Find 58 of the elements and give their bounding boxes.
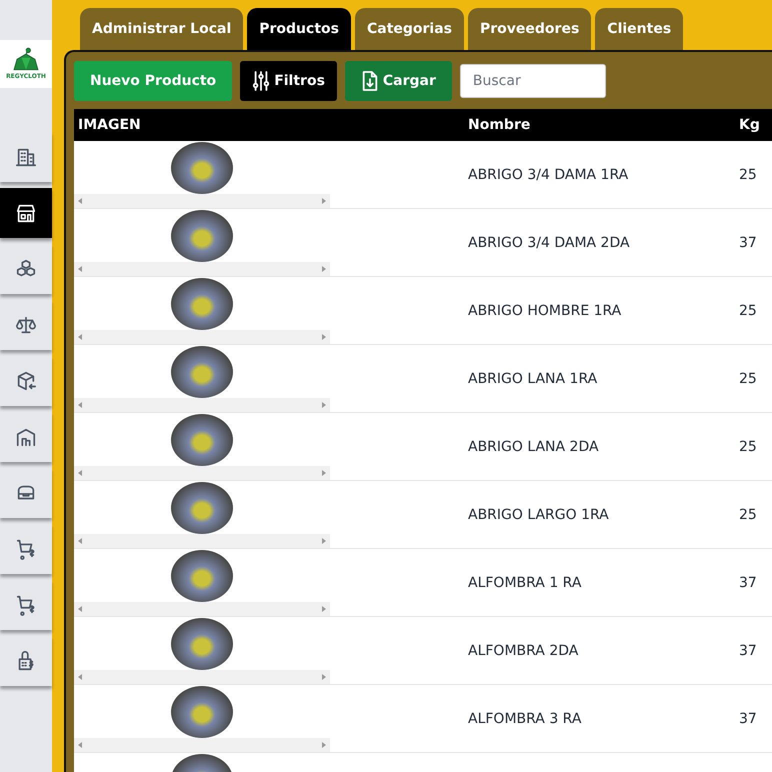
table-cell-text: 25	[738, 302, 757, 318]
new-product-button[interactable]: Nuevo Producto	[74, 61, 232, 101]
sidebar-item[interactable]	[0, 132, 52, 182]
table-cell-text: ALFOMBRA 2DA	[467, 642, 580, 658]
sidebar-item[interactable]	[0, 300, 52, 350]
sidebar-item[interactable]	[0, 468, 52, 518]
table-cell-text: 37	[738, 234, 757, 250]
cart-dollar-icon	[15, 594, 37, 616]
tab[interactable]: Clientes	[595, 8, 684, 50]
horizontal-scrollbar[interactable]	[74, 194, 330, 208]
sidebar-item[interactable]	[0, 580, 52, 630]
column-header: Nombre	[467, 117, 532, 133]
scale-icon	[15, 314, 37, 336]
table-cell-text: 25	[738, 370, 757, 386]
sidebar-item[interactable]	[0, 524, 52, 574]
table-cell-text: 37	[738, 642, 757, 658]
table-cell-text: 25	[738, 506, 757, 522]
table-cell-text: ALFOMBRA 1 RA	[467, 574, 582, 590]
box-arrow-icon	[15, 370, 37, 392]
tab[interactable]: Categorias	[354, 8, 464, 50]
horizontal-scrollbar[interactable]	[74, 262, 330, 276]
filter-button[interactable]: Filtros	[240, 61, 337, 101]
column-header: Kg	[738, 117, 760, 133]
table-cell-text: 25	[738, 166, 757, 182]
search-field[interactable]: Buscar	[460, 64, 606, 98]
table-cell-text: ALFOMBRA 3 RA	[467, 710, 582, 726]
sidebar-item[interactable]	[0, 244, 52, 294]
sidebar-item[interactable]	[0, 636, 52, 686]
table-cell-text: ABRIGO LARGO 1RA	[467, 506, 610, 522]
table-cell-text: 37	[738, 574, 757, 590]
column-header: IMAGEN	[77, 117, 142, 133]
sidebar-item[interactable]	[0, 412, 52, 462]
sidebar-item[interactable]	[0, 356, 52, 406]
horizontal-scrollbar[interactable]	[74, 330, 330, 344]
tab[interactable]: Administrar Local	[80, 8, 244, 50]
table-cell-text: 25	[738, 438, 757, 454]
horizontal-scrollbar[interactable]	[74, 534, 330, 548]
sliders-icon	[252, 70, 270, 92]
horizontal-scrollbar[interactable]	[74, 602, 330, 616]
tab[interactable]: Proveedores	[468, 8, 592, 50]
table-cell-text: ABRIGO LANA 2DA	[467, 438, 600, 454]
horizontal-scrollbar[interactable]	[74, 738, 330, 752]
table-cell-text: ABRIGO LANA 1RA	[467, 370, 598, 386]
upload-button[interactable]: Cargar	[344, 61, 452, 101]
table-cell-text: ABRIGO HOMBRE 1RA	[467, 302, 622, 318]
table-cell-text: ABRIGO 3/4 DAMA 1RA	[467, 166, 630, 182]
file-download-icon	[360, 70, 379, 92]
horizontal-scrollbar[interactable]	[74, 398, 330, 412]
building-icon	[15, 146, 37, 168]
table-cell-text: 37	[738, 710, 757, 726]
tab[interactable]: Productos	[247, 8, 351, 50]
warehouse-icon	[15, 426, 37, 448]
table-cell-text: ABRIGO 3/4 DAMA 2DA	[467, 234, 631, 250]
cart-dollar-icon	[15, 538, 37, 560]
sidebar-item[interactable]	[0, 188, 52, 238]
horizontal-scrollbar[interactable]	[74, 670, 330, 684]
horizontal-scrollbar[interactable]	[74, 466, 330, 480]
store-icon	[15, 202, 37, 224]
